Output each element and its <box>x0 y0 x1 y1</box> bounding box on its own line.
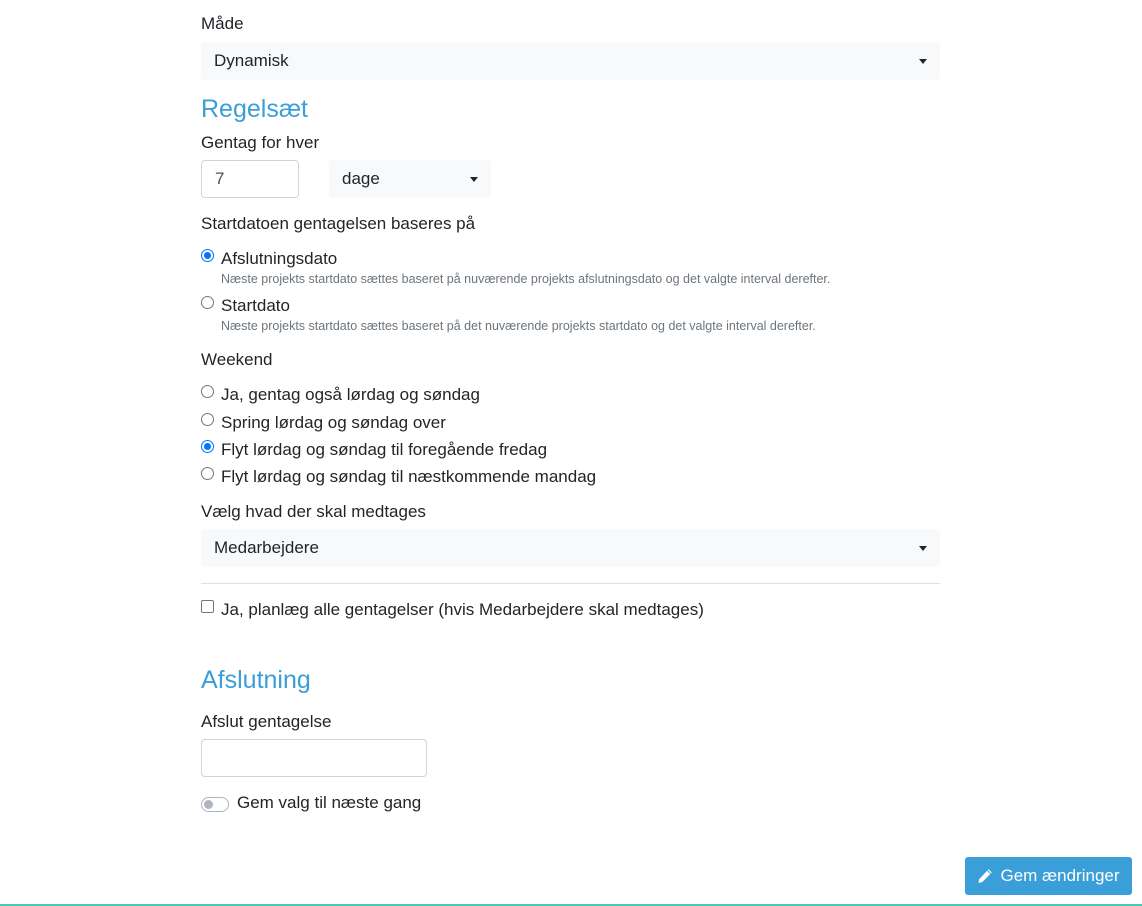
plan-all-checkbox[interactable] <box>201 600 214 613</box>
mode-select[interactable]: Dynamisk <box>201 42 940 80</box>
radio-end-date-label[interactable]: Afslutningsdato <box>221 249 337 269</box>
radio-weekend-monday[interactable] <box>201 467 214 480</box>
radio-weekend-skip-label[interactable]: Spring lørdag og søndag over <box>221 413 446 433</box>
ending-title: Afslutning <box>201 666 311 694</box>
plan-all-label[interactable]: Ja, planlæg alle gentagelser (hvis Medar… <box>221 600 704 620</box>
pencil-icon <box>978 869 993 883</box>
mode-select-value: Dynamisk <box>214 51 289 70</box>
start-basis-label: Startdatoen gentagelsen baseres på <box>201 214 476 233</box>
radio-weekend-monday-label[interactable]: Flyt lørdag og søndag til næstkommende m… <box>221 467 596 487</box>
chevron-down-icon <box>919 59 927 64</box>
radio-end-date[interactable] <box>201 249 214 262</box>
divider <box>201 583 940 584</box>
save-changes-button[interactable]: Gem ændringer <box>965 857 1132 895</box>
include-label: Vælg hvad der skal medtages <box>201 502 426 521</box>
remember-label[interactable]: Gem valg til næste gang <box>237 793 421 813</box>
include-select-value: Medarbejdere <box>214 538 319 557</box>
chevron-down-icon <box>919 546 927 551</box>
mode-label: Måde <box>201 14 244 33</box>
radio-weekend-repeat-label[interactable]: Ja, gentag også lørdag og søndag <box>221 385 480 405</box>
repeat-interval-value: 7 <box>215 169 225 188</box>
end-repeat-input[interactable] <box>201 739 427 777</box>
remember-toggle[interactable] <box>201 797 229 812</box>
toggle-knob <box>204 800 213 809</box>
repeat-unit-select[interactable]: dage <box>329 160 491 198</box>
repeat-label: Gentag for hver <box>201 133 320 152</box>
save-changes-label: Gem ændringer <box>1000 866 1120 885</box>
repeat-unit-value: dage <box>342 169 380 188</box>
radio-weekend-friday[interactable] <box>201 440 214 453</box>
weekend-label: Weekend <box>201 350 273 369</box>
radio-start-date[interactable] <box>201 296 214 309</box>
end-repeat-label: Afslut gentagelse <box>201 712 332 731</box>
radio-weekend-friday-label[interactable]: Flyt lørdag og søndag til foregående fre… <box>221 440 547 460</box>
radio-start-date-help: Næste projekts startdato sættes baseret … <box>221 319 816 333</box>
ruleset-title: Regelsæt <box>201 95 308 123</box>
radio-weekend-repeat[interactable] <box>201 385 214 398</box>
radio-start-date-label[interactable]: Startdato <box>221 296 290 316</box>
repeat-interval-input[interactable]: 7 <box>201 160 299 198</box>
radio-end-date-help: Næste projekts startdato sættes baseret … <box>221 272 831 286</box>
include-select[interactable]: Medarbejdere <box>201 529 940 567</box>
radio-weekend-skip[interactable] <box>201 413 214 426</box>
chevron-down-icon <box>470 177 478 182</box>
